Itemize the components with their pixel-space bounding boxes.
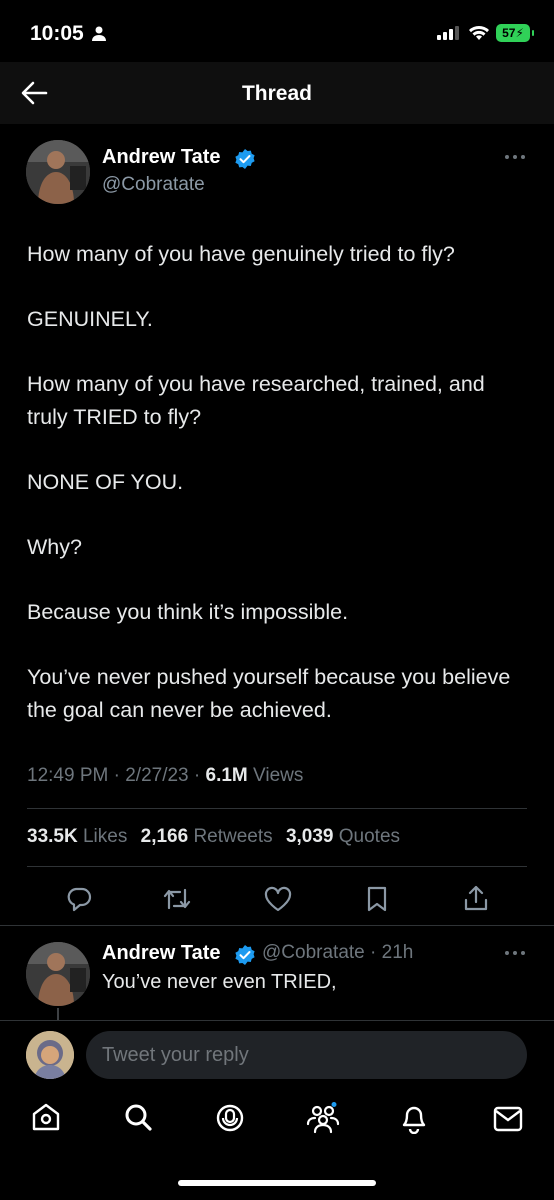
avatar-image <box>26 942 90 1006</box>
views-label: Views <box>253 765 304 786</box>
quotes-stat[interactable]: 3,039 Quotes <box>286 826 400 847</box>
tweet-stats: 33.5K Likes 2,166 Retweets 3,039 Quotes <box>27 826 400 848</box>
author-name[interactable]: Andrew Tate <box>102 146 221 169</box>
tweet-paragraph: You’ve never pushed yourself because you… <box>27 665 511 722</box>
reply-compose-bar <box>0 1020 554 1092</box>
user-avatar[interactable] <box>26 1031 74 1079</box>
share-icon[interactable] <box>463 884 489 912</box>
retweets-stat[interactable]: 2,166 Retweets <box>141 826 273 847</box>
more-options-icon[interactable] <box>504 154 526 160</box>
person-icon <box>92 26 106 41</box>
quotes-count: 3,039 <box>285 826 334 847</box>
divider <box>27 866 527 867</box>
reply-icon[interactable] <box>66 886 92 912</box>
likes-count: 33.5K <box>27 826 78 847</box>
tweet-date: 2/27/23 <box>125 765 189 786</box>
verified-badge-icon <box>235 149 255 169</box>
tweet-paragraph: GENUINELY. <box>27 307 153 331</box>
bookmark-icon[interactable] <box>366 886 388 912</box>
divider <box>27 808 527 809</box>
messages-icon[interactable] <box>493 1106 523 1132</box>
tweet-action-bar <box>0 874 554 924</box>
likes-stat[interactable]: 33.5K Likes <box>27 826 127 847</box>
retweets-label: Retweets <box>193 826 273 847</box>
home-indicator <box>178 1180 376 1186</box>
reply-tweet[interactable]: Andrew Tate @Cobratate · 21h You’ve neve… <box>0 926 554 1020</box>
tweet-paragraph: NONE OF YOU. <box>27 470 184 494</box>
retweets-count: 2,166 <box>140 826 189 847</box>
tweet-paragraph: How many of you have researched, trained… <box>27 372 485 429</box>
tweet-text: How many of you have genuinely tried to … <box>27 238 527 759</box>
likes-label: Likes <box>82 826 128 847</box>
notifications-icon[interactable] <box>400 1102 428 1134</box>
thread-header: Thread <box>0 62 554 124</box>
tweet-time: 12:49 PM <box>27 765 109 786</box>
spaces-icon[interactable] <box>214 1102 246 1134</box>
tweet-paragraph: How many of you have genuinely tried to … <box>27 242 455 266</box>
home-icon[interactable] <box>31 1102 61 1132</box>
avatar-image <box>26 140 90 204</box>
thread-connector <box>57 1008 59 1020</box>
tweet-paragraph: Why? <box>27 535 82 559</box>
reply-age: 21h <box>381 942 414 963</box>
status-bar: 10:05 57 ⚡ <box>0 0 554 62</box>
tweet-meta: 12:49 PM · 2/27/23 · 6.1M Views <box>27 765 304 786</box>
reply-text: You’ve never even TRIED, <box>102 971 337 993</box>
reply-input[interactable] <box>86 1031 527 1079</box>
reply-author-handle[interactable]: @Cobratate <box>262 942 365 963</box>
author-handle[interactable]: @Cobratate <box>102 174 205 196</box>
like-icon[interactable] <box>264 886 292 912</box>
quotes-label: Quotes <box>338 826 401 847</box>
battery-indicator: 57 ⚡ <box>496 24 534 42</box>
communities-icon[interactable] <box>306 1102 340 1134</box>
wifi-icon <box>469 26 489 40</box>
search-icon[interactable] <box>123 1102 153 1132</box>
tweet-paragraph: Because you think it’s impossible. <box>27 600 349 624</box>
more-options-icon[interactable] <box>504 950 526 956</box>
page-title: Thread <box>241 82 312 105</box>
signal-icon <box>437 26 459 40</box>
battery-level: 57 <box>502 26 516 40</box>
reply-author-name[interactable]: Andrew Tate <box>102 942 221 965</box>
reply-avatar[interactable] <box>26 942 90 1006</box>
views-count: 6.1M <box>205 765 248 786</box>
retweet-icon[interactable] <box>162 886 192 912</box>
avatar-image <box>26 1031 74 1079</box>
reply-handle-time: @Cobratate · 21h <box>262 942 414 963</box>
verified-badge-icon <box>235 945 255 965</box>
author-avatar[interactable] <box>26 140 90 204</box>
status-time: 10:05 <box>30 22 84 45</box>
